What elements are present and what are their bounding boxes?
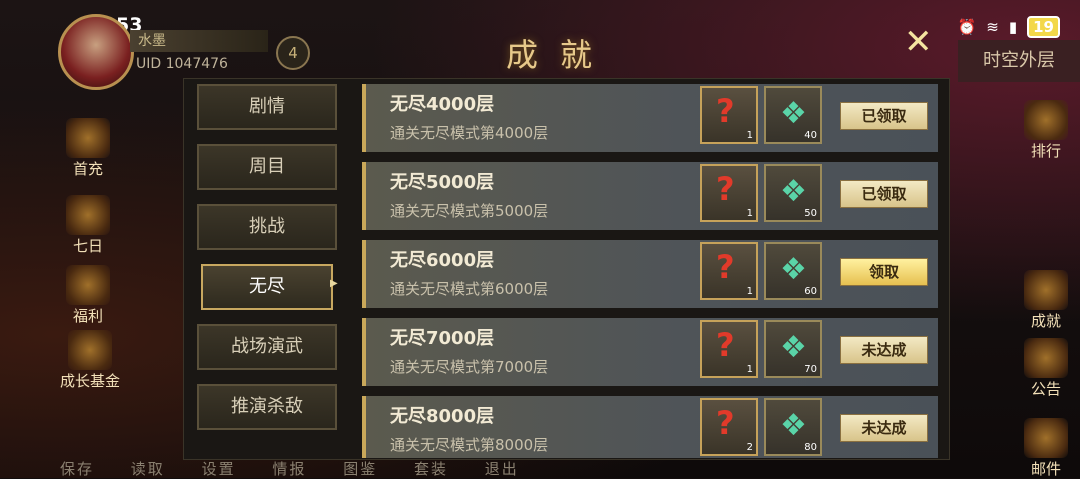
tab-story[interactable]: 剧情 [197,84,337,130]
sidebar-item-achievement[interactable]: 成就 [1016,270,1076,331]
scroll-icon [66,195,110,235]
mystery-chest-icon[interactable]: ? 2 [700,398,758,456]
alarm-icon: ⏰ [957,18,977,36]
wifi-icon: ≋ [986,18,999,36]
bottom-item-codex[interactable]: 图鉴 [343,460,377,478]
treasure-icon [66,265,110,305]
signal-icon: ▮ [1008,18,1018,36]
bottom-menu: 保存 读取 设置 情报 图鉴 套装 退出 [60,458,549,479]
player-name: 水墨 [130,30,268,52]
bottom-item-sets[interactable]: 套装 [414,460,448,478]
achievement-desc: 通关无尽模式第4000层 [390,124,549,142]
achievement-title: 无尽7000层 [390,328,495,349]
jade-gem-icon[interactable]: ❖ 80 [764,398,822,456]
achievement-icon [1024,270,1068,310]
bottom-item-save[interactable]: 保存 [60,460,94,478]
bottom-item-load[interactable]: 读取 [131,460,165,478]
tab-simulation[interactable]: 推演杀敌 [197,384,337,430]
achievement-desc: 通关无尽模式第7000层 [390,358,549,376]
window-title: 成就 [505,36,614,74]
bottom-item-settings[interactable]: 设置 [202,460,236,478]
sidebar-item-seven-days[interactable]: 七日 [58,195,118,256]
tab-rounds[interactable]: 周目 [197,144,337,190]
tab-battlefield[interactable]: 战场演武 [197,324,337,370]
claim-button[interactable]: 领取 [840,258,928,286]
battery-indicator: 19 [1027,16,1060,38]
player-level: 4 [276,36,310,70]
claimed-button[interactable]: 已领取 [840,180,928,208]
achievement-title: 无尽4000层 [390,94,495,115]
jade-gem-icon[interactable]: ❖ 40 [764,86,822,144]
bottom-item-intel[interactable]: 情报 [272,460,306,478]
active-tab-arrow-icon: ▶ [330,278,338,289]
achievement-desc: 通关无尽模式第6000层 [390,280,549,298]
player-avatar[interactable] [58,14,134,90]
tab-endless[interactable]: 无尽 [201,264,333,310]
mail-icon [1024,418,1068,458]
achievement-title: 无尽6000层 [390,250,495,271]
achievement-row: 无尽5000层 通关无尽模式第5000层 ? 1 ❖ 50 已领取 [362,162,938,230]
achievement-title: 无尽5000层 [390,172,495,193]
system-icons: ⏰ ≋ ▮ 19 [958,16,1060,38]
mystery-chest-icon[interactable]: ? 1 [700,164,758,222]
sidebar-item-welfare[interactable]: 福利 [58,265,118,326]
jade-gem-icon[interactable]: ❖ 60 [764,242,822,300]
not-achieved-button[interactable]: 未达成 [840,336,928,364]
mystery-chest-icon[interactable]: ? 1 [700,86,758,144]
coins-icon [68,330,112,370]
player-uid: UID 1047476 [136,56,228,72]
ranking-icon [1024,100,1068,140]
sidebar-item-notice[interactable]: 公告 [1016,338,1076,399]
category-tabs: 剧情 周目 挑战 无尽 战场演武 推演杀敌 [197,84,337,444]
achievement-row: 无尽6000层 通关无尽模式第6000层 ? 1 ❖ 60 领取 [362,240,938,308]
gift-icon [66,118,110,158]
sidebar-item-mail[interactable]: 邮件 [1016,418,1076,479]
sidebar-item-growth-fund[interactable]: 成长基金 [50,330,130,391]
bottom-item-exit[interactable]: 退出 [485,460,519,478]
mystery-chest-icon[interactable]: ? 1 [700,242,758,300]
close-icon[interactable]: ✕ [904,22,933,62]
achievement-row: 无尽7000层 通关无尽模式第7000层 ? 1 ❖ 70 未达成 [362,318,938,386]
sidebar-item-ranking[interactable]: 排行 [1016,100,1076,161]
achievement-desc: 通关无尽模式第5000层 [390,202,549,220]
jade-gem-icon[interactable]: ❖ 50 [764,164,822,222]
achievement-desc: 通关无尽模式第8000层 [390,436,549,454]
achievement-row: 无尽8000层 通关无尽模式第8000层 ? 2 ❖ 80 未达成 [362,396,938,458]
mystery-chest-icon[interactable]: ? 1 [700,320,758,378]
region-label: 时空外层 [958,40,1080,82]
not-achieved-button[interactable]: 未达成 [840,414,928,442]
claimed-button[interactable]: 已领取 [840,102,928,130]
horn-icon [1024,338,1068,378]
tab-challenge[interactable]: 挑战 [197,204,337,250]
sidebar-item-first-recharge[interactable]: 首充 [58,118,118,179]
achievement-row: 无尽4000层 通关无尽模式第4000层 ? 1 ❖ 40 已领取 [362,84,938,152]
achievement-title: 无尽8000层 [390,406,495,427]
jade-gem-icon[interactable]: ❖ 70 [764,320,822,378]
achievement-list: 无尽4000层 通关无尽模式第4000层 ? 1 ❖ 40 已领取 无尽5000层 … [362,84,938,458]
